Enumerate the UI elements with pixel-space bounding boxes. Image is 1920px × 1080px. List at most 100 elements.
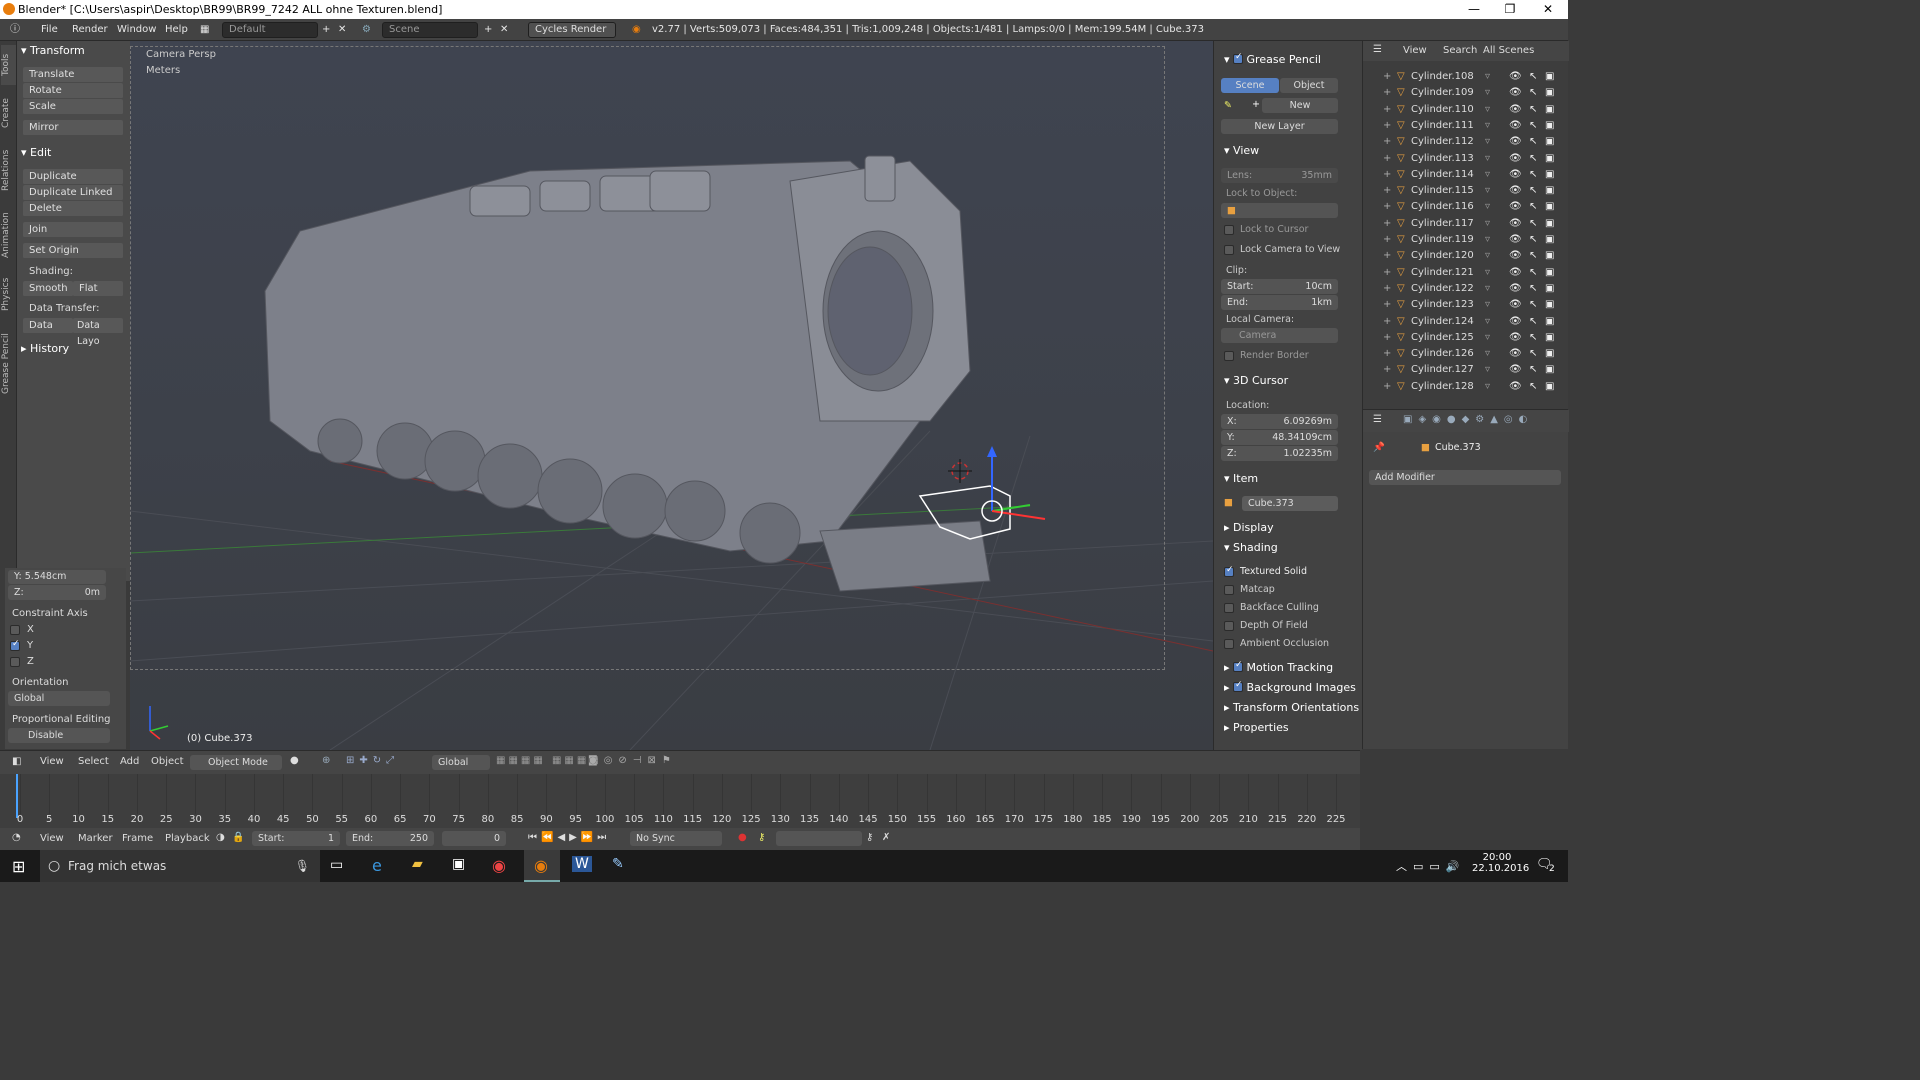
- outliner-editor-icon[interactable]: ☰: [1373, 44, 1382, 55]
- view3d-menu-select[interactable]: Select: [78, 756, 109, 767]
- properties-editor-icon[interactable]: ☰: [1373, 414, 1382, 425]
- outliner-item[interactable]: + ▽ Cylinder.125 ▿ 👁 ↖ ▣: [1363, 330, 1569, 346]
- timeline[interactable]: 0 5 10 15 20 25 30 35 40 45 50 55 60 65 70 75 80 85 90 95 10…: [0, 774, 1360, 828]
- smooth-button[interactable]: Smooth: [23, 281, 73, 297]
- manipulator-icons[interactable]: ⊞✚↻⤢: [346, 755, 399, 766]
- selectable-icon[interactable]: ↖: [1529, 134, 1537, 150]
- tab-tools[interactable]: Tools: [1, 45, 16, 85]
- expand-icon[interactable]: +: [1383, 216, 1391, 232]
- outliner-item[interactable]: + ▽ Cylinder.127 ▿ 👁 ↖ ▣: [1363, 362, 1569, 378]
- timeline-menu-marker[interactable]: Marker: [78, 833, 113, 844]
- outliner-item[interactable]: + ▽ Cylinder.126 ▿ 👁 ↖ ▣: [1363, 346, 1569, 362]
- record-icon[interactable]: ●: [738, 832, 747, 843]
- background-images-header[interactable]: ▸ Background Images: [1224, 680, 1356, 694]
- lens-field[interactable]: Lens: 35mm: [1221, 168, 1338, 183]
- selectable-icon[interactable]: ↖: [1529, 151, 1537, 167]
- visibility-icon[interactable]: 👁: [1509, 232, 1522, 248]
- selectable-icon[interactable]: ↖: [1529, 346, 1537, 362]
- mesh-data-icon[interactable]: ▿: [1485, 85, 1490, 101]
- expand-icon[interactable]: +: [1383, 118, 1391, 134]
- selectable-icon[interactable]: ↖: [1529, 216, 1537, 232]
- set-origin-button[interactable]: Set Origin: [23, 243, 123, 259]
- mesh-data-icon[interactable]: ▿: [1485, 151, 1490, 167]
- visibility-icon[interactable]: 👁: [1509, 216, 1522, 232]
- tab-relations[interactable]: Relations: [1, 141, 16, 199]
- menu-help[interactable]: Help: [165, 19, 188, 41]
- properties-header[interactable]: ▸ Properties: [1224, 721, 1289, 734]
- clock[interactable]: 20:00 22.10.2016: [1472, 852, 1529, 874]
- render-icon[interactable]: ▣: [1545, 248, 1554, 264]
- constraint-x-checkbox[interactable]: [10, 625, 20, 635]
- scale-button[interactable]: Scale: [23, 99, 123, 115]
- selectable-icon[interactable]: ↖: [1529, 330, 1537, 346]
- expand-icon[interactable]: +: [1383, 183, 1391, 199]
- mirror-button[interactable]: Mirror: [23, 120, 123, 136]
- background-images-checkbox[interactable]: [1233, 680, 1244, 692]
- visibility-icon[interactable]: 👁: [1509, 330, 1522, 346]
- outliner-item[interactable]: + ▽ Cylinder.112 ▿ 👁 ↖ ▣: [1363, 134, 1569, 150]
- outliner-item[interactable]: + ▽ Cylinder.121 ▿ 👁 ↖ ▣: [1363, 265, 1569, 281]
- viewport-shading-icon[interactable]: ●: [290, 755, 299, 766]
- visibility-icon[interactable]: 👁: [1509, 297, 1522, 313]
- outliner-item[interactable]: + ▽ Cylinder.119 ▿ 👁 ↖ ▣: [1363, 232, 1569, 248]
- visibility-icon[interactable]: 👁: [1509, 199, 1522, 215]
- cursor-z-field[interactable]: Z: 1.02235m: [1221, 446, 1338, 461]
- shading-panel-header[interactable]: ▾ Shading: [1224, 541, 1278, 554]
- visibility-icon[interactable]: 👁: [1509, 248, 1522, 264]
- word-icon[interactable]: W: [572, 856, 592, 872]
- outliner-display-mode[interactable]: All Scenes: [1483, 45, 1534, 56]
- outliner-item[interactable]: + ▽ Cylinder.115 ▿ 👁 ↖ ▣: [1363, 183, 1569, 199]
- selectable-icon[interactable]: ↖: [1529, 379, 1537, 395]
- menu-file[interactable]: File: [41, 19, 58, 41]
- clip-end-field[interactable]: End: 1km: [1221, 295, 1338, 310]
- visibility-icon[interactable]: 👁: [1509, 167, 1522, 183]
- visibility-icon[interactable]: 👁: [1509, 362, 1522, 378]
- expand-icon[interactable]: +: [1383, 346, 1391, 362]
- outliner-item[interactable]: + ▽ Cylinder.114 ▿ 👁 ↖ ▣: [1363, 167, 1569, 183]
- blender-task-icon[interactable]: ◉: [524, 850, 560, 882]
- current-frame-field[interactable]: 0: [442, 831, 506, 846]
- selectable-icon[interactable]: ↖: [1529, 232, 1537, 248]
- render-icon[interactable]: ▣: [1545, 199, 1554, 215]
- render-engine-selector[interactable]: Cycles Render: [528, 22, 616, 38]
- mode-selector[interactable]: Object Mode: [190, 755, 282, 770]
- outliner-item[interactable]: + ▽ Cylinder.128 ▿ 👁 ↖ ▣: [1363, 379, 1569, 395]
- layout-selector[interactable]: Default: [222, 22, 318, 38]
- mesh-data-icon[interactable]: ▿: [1485, 330, 1490, 346]
- start-frame-field[interactable]: Start: 1: [252, 831, 340, 846]
- paint-icon[interactable]: ✎: [612, 856, 624, 872]
- 3d-cursor-header[interactable]: ▾ 3D Cursor: [1224, 374, 1288, 387]
- lock-camera-checkbox[interactable]: [1224, 245, 1234, 255]
- tab-grease-pencil[interactable]: Grease Pencil: [1, 323, 16, 405]
- edit-panel-header[interactable]: ▾ Edit: [21, 146, 51, 159]
- tab-create[interactable]: Create: [1, 91, 16, 135]
- mesh-data-icon[interactable]: ▿: [1485, 232, 1490, 248]
- layer-buttons[interactable]: ▦▦▦▦ ▦▦▦▦: [496, 755, 602, 766]
- layout-icon[interactable]: ▦: [200, 19, 209, 41]
- render-icon[interactable]: ▣: [1545, 102, 1554, 118]
- render-icon[interactable]: ▣: [1545, 379, 1554, 395]
- render-icon[interactable]: ▣: [1545, 183, 1554, 199]
- flat-button[interactable]: Flat: [73, 281, 123, 297]
- rotate-button[interactable]: Rotate: [23, 83, 123, 99]
- cursor-y-field[interactable]: Y: 48.34109cm: [1221, 430, 1338, 445]
- visibility-icon[interactable]: 👁: [1509, 314, 1522, 330]
- expand-icon[interactable]: +: [1383, 151, 1391, 167]
- playback-controls[interactable]: ⏮⏪◀▶⏩⏭: [528, 832, 610, 843]
- outliner-item[interactable]: + ▽ Cylinder.117 ▿ 👁 ↖ ▣: [1363, 216, 1569, 232]
- ambient-occlusion-checkbox[interactable]: [1224, 639, 1234, 649]
- render-icon[interactable]: ▣: [1545, 232, 1554, 248]
- info-editor-icon[interactable]: ⓘ: [10, 19, 20, 41]
- selectable-icon[interactable]: ↖: [1529, 183, 1537, 199]
- expand-icon[interactable]: +: [1383, 69, 1391, 85]
- motion-tracking-checkbox[interactable]: [1233, 660, 1244, 672]
- proportional-editing-dropdown[interactable]: Disable: [8, 728, 110, 743]
- new-gp-button[interactable]: New: [1262, 98, 1338, 113]
- selectable-icon[interactable]: ↖: [1529, 102, 1537, 118]
- visibility-icon[interactable]: 👁: [1509, 346, 1522, 362]
- render-icon[interactable]: ▣: [1545, 346, 1554, 362]
- grease-object-tab[interactable]: Object: [1280, 78, 1338, 93]
- menu-window[interactable]: Window: [117, 19, 156, 41]
- expand-icon[interactable]: +: [1383, 102, 1391, 118]
- expand-icon[interactable]: +: [1383, 281, 1391, 297]
